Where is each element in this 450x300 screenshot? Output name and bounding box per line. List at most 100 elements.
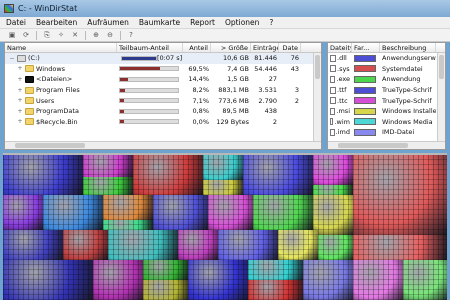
zoom-in-icon[interactable]: ⊕ xyxy=(92,31,100,39)
subtree-bar-cell xyxy=(117,66,183,72)
col-description[interactable]: Beschreibung xyxy=(380,43,436,52)
treemap-tile[interactable] xyxy=(313,185,353,195)
treemap-tile[interactable] xyxy=(153,195,208,230)
open-icon[interactable]: ▣ xyxy=(8,31,16,39)
tree-row[interactable]: + Users 7,1% 773,6 MB 2.790 2 xyxy=(5,95,321,106)
treemap-tile[interactable] xyxy=(3,195,43,230)
help-icon[interactable]: ? xyxy=(127,31,135,39)
treemap-tile[interactable] xyxy=(3,260,93,300)
treemap-tile[interactable] xyxy=(403,260,447,300)
treemap-tile[interactable] xyxy=(313,195,353,235)
treemap-tile[interactable] xyxy=(133,155,203,195)
treemap-tile[interactable] xyxy=(278,230,318,260)
description-cell: Windows Installe xyxy=(382,107,436,116)
expand-icon[interactable]: + xyxy=(17,87,23,94)
percent-cell: 7,1% xyxy=(192,96,209,105)
tree-row[interactable]: + ProgramData 0,8% 89,5 MB 438 xyxy=(5,106,321,117)
treemap-tile[interactable] xyxy=(3,230,63,260)
col-files[interactable]: Date xyxy=(279,43,301,52)
treemap-tile[interactable] xyxy=(248,280,303,300)
menu-bearbeiten[interactable]: Bearbeiten xyxy=(36,18,77,27)
filetype-row[interactable]: .wim Windows Media xyxy=(328,117,445,128)
copy-icon[interactable]: ⎘ xyxy=(43,31,51,39)
menu-aufraeumen[interactable]: Aufräumen xyxy=(87,18,129,27)
filetype-row[interactable]: .dll Anwendungserw xyxy=(328,53,445,64)
color-cell xyxy=(352,54,380,62)
treemap-tile[interactable] xyxy=(203,180,243,195)
filetype-row[interactable]: .ttf TrueType-Schrif xyxy=(328,85,445,96)
size-cell: 1,5 GB xyxy=(227,75,249,84)
percent-cell: 0,0% xyxy=(192,117,209,126)
treemap-tile[interactable] xyxy=(143,280,188,300)
treemap-tile[interactable] xyxy=(188,260,248,300)
col-filetype[interactable]: Dateityp xyxy=(328,43,352,52)
col-subtree-share[interactable]: Teilbaum-Anteil xyxy=(117,43,183,52)
expand-icon[interactable]: + xyxy=(17,108,23,115)
treemap-tile[interactable] xyxy=(103,220,153,230)
treemap-view[interactable] xyxy=(3,153,447,300)
treemap-tile[interactable] xyxy=(313,155,353,185)
expand-icon[interactable]: + xyxy=(17,118,23,125)
menu-baumkarte[interactable]: Baumkarte xyxy=(139,18,180,27)
filetype-row[interactable]: .sys Systemdatei xyxy=(328,64,445,75)
filetype-row[interactable]: .ttc TrueType-Schrif xyxy=(328,95,445,106)
subtree-bar-fill xyxy=(120,77,129,81)
treemap-tile[interactable] xyxy=(208,195,253,230)
menu-report[interactable]: Report xyxy=(190,18,215,27)
filetype-ext: .ttf xyxy=(337,86,347,95)
col-size[interactable]: > Größe xyxy=(211,43,251,52)
menu-datei[interactable]: Datei xyxy=(6,18,26,27)
treemap-tile[interactable] xyxy=(353,235,447,260)
delete-icon[interactable]: ✕ xyxy=(71,31,79,39)
treemap-tile[interactable] xyxy=(108,230,178,260)
filetype-row[interactable]: .imd IMD-Datei xyxy=(328,127,445,138)
expand-icon[interactable]: + xyxy=(17,76,23,83)
treemap-tile[interactable] xyxy=(353,155,447,235)
types-vertical-scrollbar[interactable] xyxy=(437,53,445,141)
tree-name-cell: + Program Files xyxy=(5,86,117,94)
treemap-tile[interactable] xyxy=(218,230,278,260)
tree-name-cell: + <Dateien> xyxy=(5,75,117,83)
subtree-bar xyxy=(119,119,179,125)
expand-icon[interactable]: + xyxy=(17,97,23,104)
treemap-tile[interactable] xyxy=(178,230,218,260)
expand-icon[interactable]: + xyxy=(17,65,23,72)
tree-row[interactable]: + Windows 69,5% 7,4 GB 54.446 43 xyxy=(5,64,321,75)
treemap-tile[interactable] xyxy=(93,260,143,300)
expand-icon[interactable]: − xyxy=(9,55,15,62)
col-percent[interactable]: Anteil xyxy=(183,43,211,52)
treemap-tile[interactable] xyxy=(353,260,403,300)
menu-optionen[interactable]: Optionen xyxy=(225,18,259,27)
tree-horizontal-scrollbar[interactable] xyxy=(5,141,321,149)
menu-help[interactable]: ? xyxy=(269,18,273,27)
col-items[interactable]: Einträge xyxy=(251,43,279,52)
treemap-tile[interactable] xyxy=(43,195,103,230)
filetype-row[interactable]: .exe Anwendung xyxy=(328,74,445,85)
treemap-tile[interactable] xyxy=(253,195,313,230)
tree-row[interactable]: + Program Files 8,2% 883,1 MB 3.531 3 xyxy=(5,85,321,96)
treemap-tile[interactable] xyxy=(63,230,108,260)
types-horizontal-scrollbar[interactable] xyxy=(328,141,445,149)
treemap-tile[interactable] xyxy=(203,155,243,180)
tree-name: <Dateien> xyxy=(36,75,73,84)
treemap-tile[interactable] xyxy=(318,235,353,260)
treemap-tile[interactable] xyxy=(103,195,153,220)
refresh-icon[interactable]: ⟳ xyxy=(22,31,30,39)
treemap-tile[interactable] xyxy=(83,155,133,177)
tree-row[interactable]: + <Dateien> 14,4% 1,5 GB 27 xyxy=(5,74,321,85)
treemap-tile[interactable] xyxy=(243,155,313,195)
treemap-tile[interactable] xyxy=(248,260,303,280)
treemap-tile[interactable] xyxy=(83,177,133,195)
cleanup-icon[interactable]: ✧ xyxy=(57,31,65,39)
treemap-tile[interactable] xyxy=(143,260,188,280)
tree-row[interactable]: + $Recycle.Bin 0,0% 129 Bytes 2 xyxy=(5,117,321,128)
tree-vertical-scrollbar[interactable] xyxy=(313,53,321,141)
col-color[interactable]: Far... xyxy=(352,43,380,52)
tree-row[interactable]: − (C:) [0:07 s] 10,6 GB 81.446 76 xyxy=(5,53,321,64)
zoom-out-icon[interactable]: ⊖ xyxy=(106,31,114,39)
filetype-row[interactable]: .msi Windows Installe xyxy=(328,106,445,117)
col-name[interactable]: Name xyxy=(5,43,117,52)
treemap-tile[interactable] xyxy=(303,260,353,300)
folder-icon xyxy=(25,118,34,126)
treemap-tile[interactable] xyxy=(3,155,83,195)
